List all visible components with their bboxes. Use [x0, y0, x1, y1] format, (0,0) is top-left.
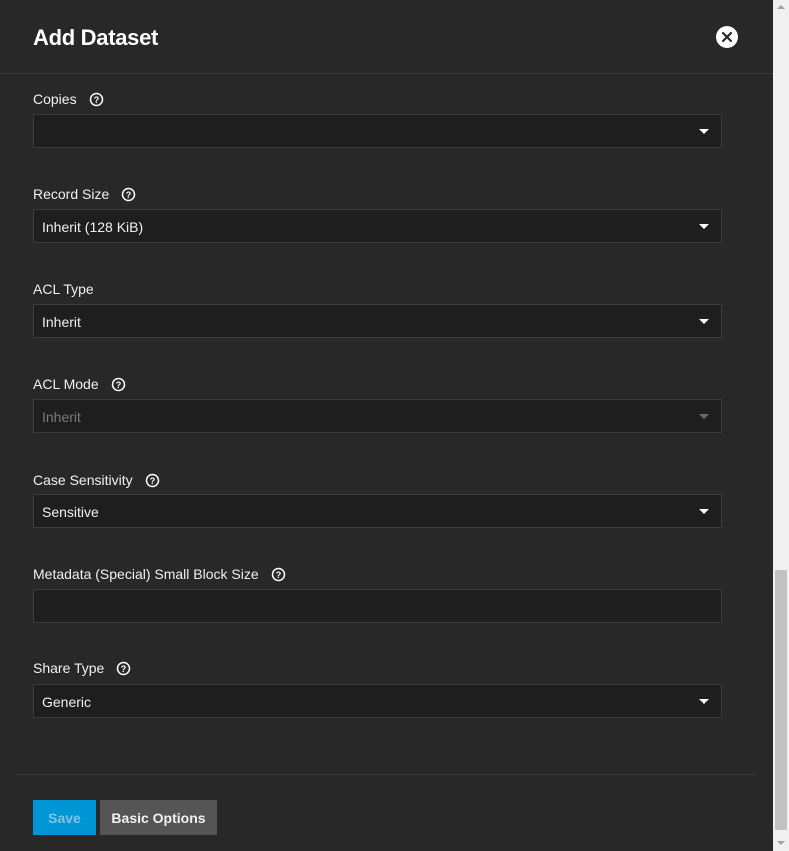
- special-small-block-size-label-text: Metadata (Special) Small Block Size: [33, 566, 259, 582]
- special-small-block-size-input[interactable]: [33, 589, 722, 623]
- svg-text:?: ?: [115, 379, 121, 389]
- case-sensitivity-value: Sensitive: [42, 504, 99, 520]
- record-size-label: Record Size ?: [33, 186, 136, 202]
- scroll-up-arrow-icon[interactable]: [777, 5, 785, 9]
- copies-label: Copies ?: [33, 91, 104, 107]
- chevron-down-icon: [699, 319, 709, 324]
- acl-mode-select: Inherit: [33, 399, 722, 433]
- help-icon[interactable]: ?: [111, 377, 126, 392]
- dialog-title: Add Dataset: [33, 25, 159, 50]
- scroll-thumb[interactable]: [775, 570, 787, 830]
- share-type-label: Share Type ?: [33, 660, 131, 676]
- footer-divider: [17, 774, 755, 775]
- close-icon: [721, 31, 733, 43]
- case-sensitivity-label-text: Case Sensitivity: [33, 472, 133, 488]
- chevron-down-icon: [699, 129, 709, 134]
- share-type-value: Generic: [42, 694, 92, 710]
- help-icon[interactable]: ?: [89, 92, 104, 107]
- close-button[interactable]: [716, 26, 738, 48]
- acl-type-label: ACL Type: [33, 281, 94, 297]
- chevron-down-icon: [699, 509, 709, 514]
- record-size-value: Inherit (128 KiB): [42, 219, 144, 235]
- scroll-down-arrow-icon[interactable]: [777, 841, 785, 845]
- dialog-header: Add Dataset: [0, 0, 773, 74]
- record-size-select[interactable]: Inherit (128 KiB): [33, 209, 722, 243]
- help-icon[interactable]: ?: [116, 661, 131, 676]
- record-size-label-text: Record Size: [33, 186, 110, 202]
- svg-text:?: ?: [275, 569, 281, 579]
- acl-type-label-text: ACL Type: [33, 281, 94, 297]
- acl-mode-label-text: ACL Mode: [33, 376, 99, 392]
- help-icon[interactable]: ?: [145, 473, 160, 488]
- svg-text:?: ?: [149, 475, 155, 485]
- case-sensitivity-label: Case Sensitivity ?: [33, 472, 160, 488]
- save-button[interactable]: Save: [33, 800, 96, 835]
- help-icon[interactable]: ?: [121, 187, 136, 202]
- share-type-label-text: Share Type: [33, 660, 105, 676]
- help-icon[interactable]: ?: [271, 567, 286, 582]
- case-sensitivity-select[interactable]: Sensitive: [33, 494, 722, 528]
- svg-text:?: ?: [93, 94, 99, 104]
- add-dataset-dialog: Add Dataset Copies ? Record Size ? Inher…: [0, 0, 773, 851]
- svg-text:?: ?: [126, 189, 132, 199]
- chevron-down-icon: [699, 699, 709, 704]
- acl-mode-value: Inherit: [42, 409, 81, 425]
- chevron-down-icon: [699, 414, 709, 419]
- copies-label-text: Copies: [33, 91, 77, 107]
- basic-options-button[interactable]: Basic Options: [100, 800, 217, 835]
- acl-type-value: Inherit: [42, 314, 81, 330]
- share-type-select[interactable]: Generic: [33, 684, 722, 718]
- acl-mode-label: ACL Mode ?: [33, 376, 126, 392]
- chevron-down-icon: [699, 224, 709, 229]
- copies-select[interactable]: [33, 114, 722, 148]
- svg-text:?: ?: [121, 663, 127, 673]
- special-small-block-size-label: Metadata (Special) Small Block Size ?: [33, 566, 286, 582]
- acl-type-select[interactable]: Inherit: [33, 304, 722, 338]
- vertical-scrollbar[interactable]: [773, 0, 789, 851]
